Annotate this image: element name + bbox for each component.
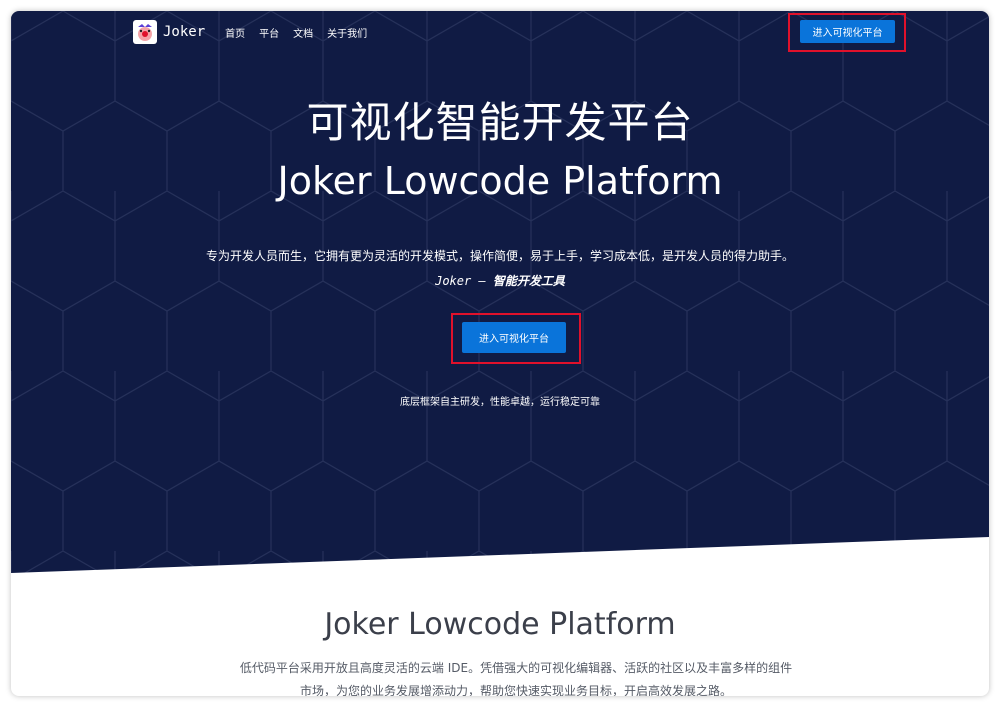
nav-link-home[interactable]: 首页 [225,25,245,40]
hero-description: 专为开发人员而生，它拥有更为灵活的开发模式，操作简便，易于上手，学习成本低，是开… [205,249,794,263]
tagline-suffix: 智能开发工具 [492,274,565,288]
joker-logo-icon[interactable] [133,20,157,44]
section-description: 低代码平台采用开放且高度灵活的云端 IDE。凭借强大的可视化编辑器、活跃的社区以… [239,661,793,696]
hero-title-en: Joker Lowcode Platform [277,159,723,203]
logo-text[interactable]: Joker [163,24,205,40]
enter-platform-button-top[interactable]: 进入可视化平台 [800,20,895,43]
hero-tagline: Joker — 智能开发工具 [11,272,989,289]
enter-platform-button-hero[interactable]: 进入可视化平台 [462,322,566,353]
hero-section: Joker 首页 平台 文档 关于我们 进入可视化平台 可视化智能开发平台 Jo… [11,11,989,573]
nav-link-about[interactable]: 关于我们 [327,25,367,40]
nav-link-platform[interactable]: 平台 [259,25,279,40]
tagline-prefix: Joker — [435,274,493,288]
section-title: Joker Lowcode Platform [324,607,676,642]
hero-note: 底层框架自主研发，性能卓越，运行稳定可靠 [400,397,600,408]
browser-window: Joker 首页 平台 文档 关于我们 进入可视化平台 可视化智能开发平台 Jo… [11,11,989,696]
hero-title-cn: 可视化智能开发平台 [306,98,694,147]
top-nav: Joker 首页 平台 文档 关于我们 [133,19,381,45]
hero-slant-divider [11,537,989,591]
nav-link-docs[interactable]: 文档 [293,25,313,40]
